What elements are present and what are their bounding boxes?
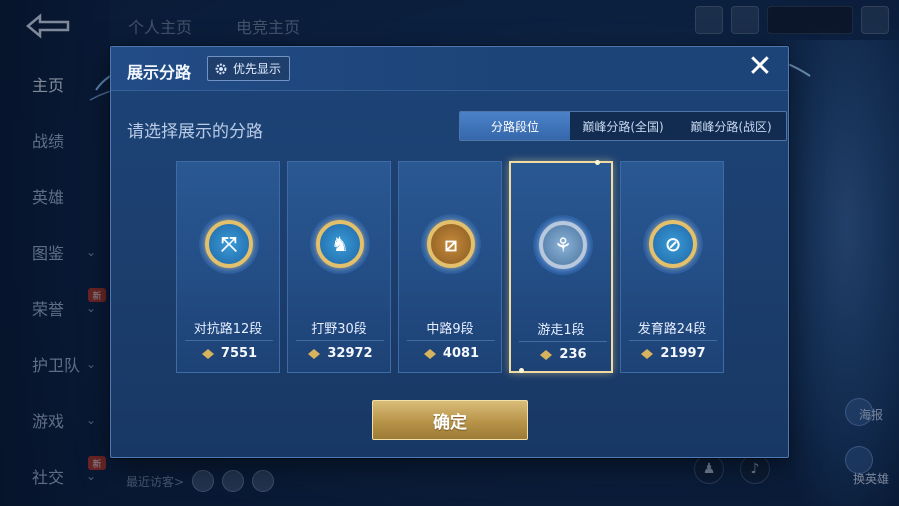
jungle-icon: ♞ — [310, 214, 370, 274]
card-score: 236 — [519, 341, 607, 367]
lane-card-list: ⤧ 对抗路12段 7551 ♞ 打野30段 32972 ⧄ 中路9段 4081 … — [176, 160, 726, 373]
lane-card-clash[interactable]: ⤧ 对抗路12段 7551 — [176, 161, 280, 373]
corner-dot — [595, 160, 600, 165]
card-score: 7551 — [185, 340, 273, 366]
lane-card-roam[interactable]: ⚘ 游走1段 236 — [509, 160, 613, 373]
card-label: 打野30段 — [311, 322, 367, 337]
lane-clash-icon: ⤧ — [199, 214, 259, 274]
rank-points-icon — [423, 348, 436, 359]
corner-dot — [519, 368, 524, 373]
dialog-subtitle: 请选择展示的分路 — [127, 122, 263, 142]
rank-points-icon — [540, 349, 553, 360]
card-label: 游走1段 — [537, 323, 585, 338]
rank-points-icon — [201, 348, 214, 359]
priority-display-button[interactable]: 优先显示 — [207, 56, 291, 81]
lane-card-farm[interactable]: ⊘ 发育路24段 21997 — [620, 161, 724, 373]
farm-lane-icon: ⊘ — [643, 214, 703, 274]
segment-control: 分路段位 巅峰分路(全国) 巅峰分路(战区) — [459, 111, 787, 141]
card-label: 发育路24段 — [637, 322, 707, 337]
tab-peak-lane-national[interactable]: 巅峰分路(全国) — [570, 112, 676, 140]
card-score: 21997 — [629, 340, 717, 366]
rank-points-icon — [308, 348, 321, 359]
gear-icon — [215, 63, 227, 74]
rank-points-icon — [641, 348, 654, 359]
dialog-header: 展示分路 优先显示 ✕ — [111, 47, 788, 91]
priority-display-label: 优先显示 — [233, 62, 282, 76]
tab-peak-lane-region[interactable]: 巅峰分路(战区) — [676, 112, 786, 140]
card-score: 4081 — [407, 340, 495, 366]
card-score: 32972 — [296, 340, 384, 366]
roam-icon: ⚘ — [533, 215, 593, 275]
dialog-title: 展示分路 — [127, 63, 192, 82]
confirm-button[interactable]: 确定 — [372, 400, 528, 440]
close-button[interactable]: ✕ — [745, 52, 775, 83]
card-label: 中路9段 — [426, 322, 474, 337]
show-lane-dialog: 展示分路 优先显示 ✕ 请选择展示的分路 分路段位 巅峰分路(全国) 巅峰分路(… — [110, 46, 789, 458]
card-label: 对抗路12段 — [193, 322, 263, 337]
tab-lane-rank[interactable]: 分路段位 — [460, 112, 570, 140]
lane-card-jungle[interactable]: ♞ 打野30段 32972 — [287, 161, 391, 373]
mid-lane-icon: ⧄ — [421, 214, 481, 274]
lane-card-mid[interactable]: ⧄ 中路9段 4081 — [398, 161, 502, 373]
